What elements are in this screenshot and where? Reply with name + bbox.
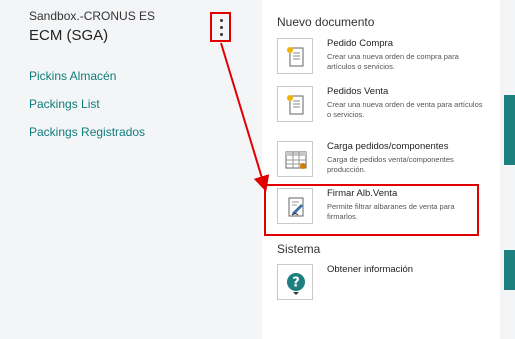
- action-carga-pedidos-componentes[interactable]: Carga pedidos/componentes Carga de pedid…: [277, 141, 477, 179]
- action-label: Carga pedidos/componentes: [327, 141, 449, 152]
- action-obtener-informacion[interactable]: ? Obtener información: [277, 264, 477, 302]
- background-page-edge: [500, 0, 515, 339]
- navigation-pane: Sandbox.-CRONUS ES ECM (SGA) Pickins Alm…: [0, 0, 262, 339]
- action-pedido-compra[interactable]: Pedido Compra Crear una nueva orden de c…: [277, 38, 477, 76]
- action-description: Crear una nueva orden de compra para art…: [327, 52, 459, 71]
- action-label: Pedidos Venta: [327, 86, 389, 97]
- action-description: Carga de pedidos venta/componentes produ…: [327, 155, 454, 174]
- action-pedidos-venta[interactable]: Pedidos Venta Crear una nueva orden de v…: [277, 86, 483, 124]
- nav-link-packings-list[interactable]: Packings List: [29, 97, 100, 111]
- role-center-title: ECM (SGA): [29, 27, 109, 44]
- highlight-box: [264, 184, 479, 236]
- company-name: Sandbox.-CRONUS ES: [29, 9, 156, 23]
- svg-text:?: ?: [292, 276, 300, 291]
- action-label: Obtener información: [327, 264, 414, 275]
- action-label: Pedido Compra: [327, 38, 394, 49]
- table-grid-icon: [277, 141, 313, 177]
- section-title-nuevo-documento: Nuevo documento: [277, 15, 375, 29]
- nav-link-pickins-almacen[interactable]: Pickins Almacén: [29, 69, 116, 83]
- more-options-icon: [220, 19, 223, 22]
- more-options-button[interactable]: [210, 12, 231, 42]
- more-options-dot: [220, 33, 223, 36]
- section-title-sistema: Sistema: [277, 242, 321, 256]
- nav-link-packings-registrados[interactable]: Packings Registrados: [29, 125, 145, 139]
- more-options-dot: [220, 26, 223, 29]
- help-question-icon: ?: [277, 264, 313, 300]
- new-document-icon: [277, 38, 313, 74]
- background-tile: [504, 250, 515, 290]
- action-description: Crear una nueva orden de venta para artí…: [327, 100, 483, 119]
- background-tile: [504, 95, 515, 165]
- new-document-icon: [277, 86, 313, 122]
